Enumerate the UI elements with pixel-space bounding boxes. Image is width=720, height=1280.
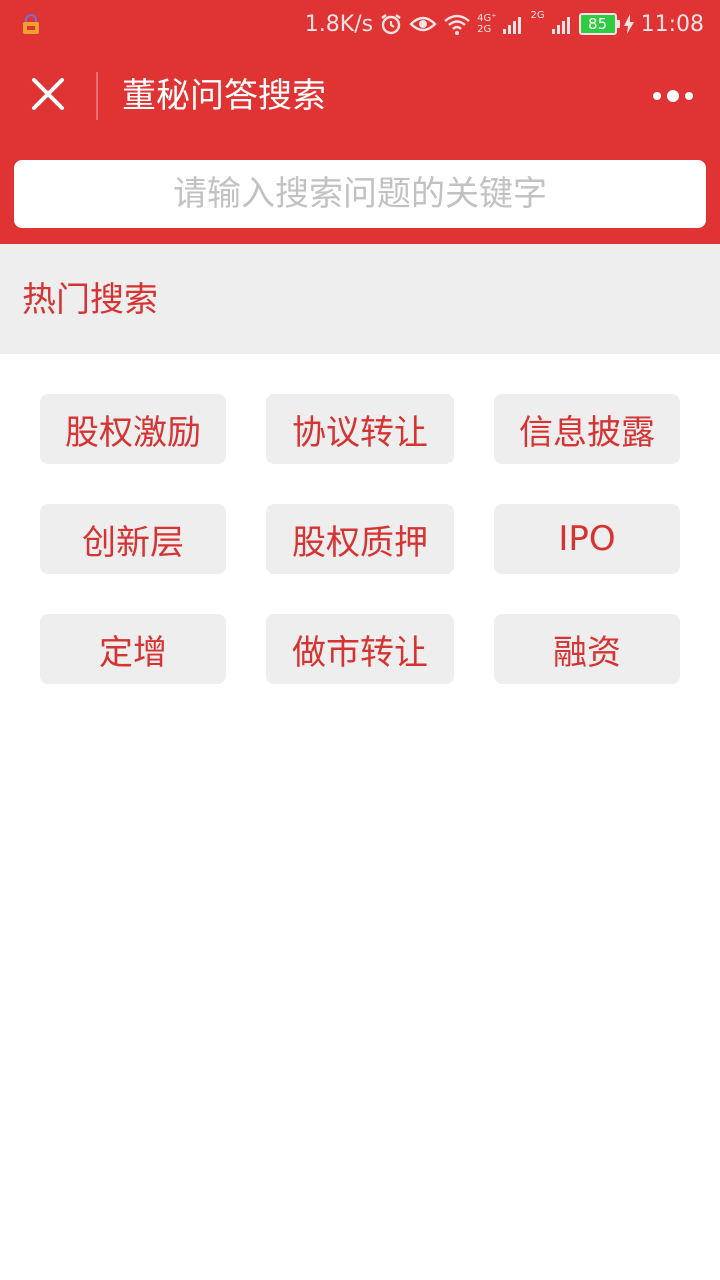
hot-search-header: 热门搜索 — [0, 244, 720, 354]
more-icon-dot — [667, 90, 679, 102]
charging-icon — [623, 14, 634, 34]
notification-app-icon — [23, 14, 39, 34]
network-speed: 1.8K/s — [304, 11, 374, 37]
net-2g-label-a: 2G — [477, 24, 492, 35]
more-icon-dot — [685, 92, 693, 100]
hot-tag[interactable]: 股权质押 — [266, 504, 454, 574]
battery-icon: 85 — [578, 13, 620, 35]
title-divider — [96, 72, 98, 120]
status-bar: 1.8K/s 4G⁺ 2G 2G 85 11:08 — [0, 0, 720, 48]
hot-search-title: 热门搜索 — [22, 280, 158, 320]
hot-tag[interactable]: 股权激励 — [40, 394, 226, 464]
more-button[interactable] — [646, 76, 700, 116]
eye-icon — [409, 16, 437, 32]
close-button[interactable] — [24, 70, 72, 118]
wifi-icon — [444, 14, 470, 35]
hot-tag[interactable]: 信息披露 — [494, 394, 680, 464]
hot-tag[interactable]: 创新层 — [40, 504, 226, 574]
more-icon-dot — [653, 92, 661, 100]
signal-icon-2 — [551, 17, 570, 34]
clock: 11:08 — [640, 11, 704, 37]
net-4g-label: 4G⁺ — [477, 13, 497, 24]
hot-tag[interactable]: 做市转让 — [266, 614, 454, 684]
alarm-icon — [381, 14, 401, 35]
status-bar-right: 1.8K/s 4G⁺ 2G 2G 85 11:08 — [305, 8, 704, 40]
page-title: 董秘问答搜索 — [122, 76, 326, 116]
network-type-4g: 4G⁺ 2G — [477, 13, 496, 35]
close-icon — [32, 78, 64, 110]
title-bar: 董秘问答搜索 — [0, 48, 720, 144]
signal-icon-1 — [503, 17, 522, 34]
hot-tag[interactable]: 协议转让 — [266, 394, 454, 464]
hot-tag[interactable]: 融资 — [494, 614, 680, 684]
hot-tag[interactable]: IPO — [494, 504, 680, 574]
search-input[interactable] — [14, 160, 706, 228]
network-type-2g: 2G — [530, 10, 545, 21]
battery-level: 85 — [588, 15, 608, 33]
search-box — [14, 160, 706, 228]
hot-tag[interactable]: 定增 — [40, 614, 226, 684]
